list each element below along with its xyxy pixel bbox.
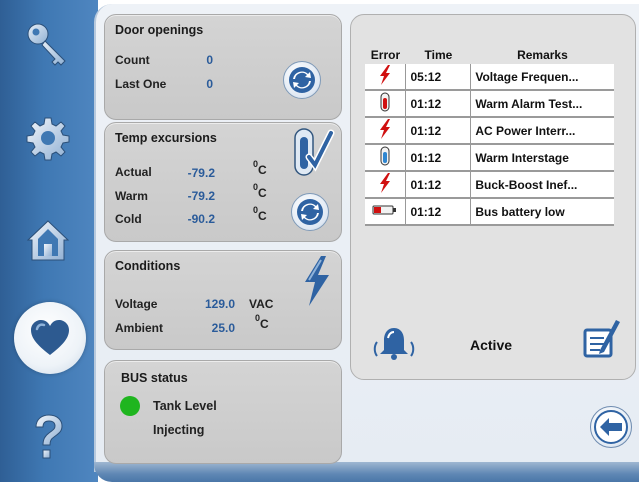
table-row[interactable]: 01:12 AC Power Interr...	[365, 117, 614, 145]
lightning-icon	[365, 64, 406, 91]
thermometer-red-icon	[365, 90, 406, 118]
error-time: 01:12	[405, 198, 472, 226]
temp-refresh-button[interactable]	[291, 193, 329, 231]
table-row[interactable]: 01:12 Warm Interstage	[365, 144, 614, 172]
bus-state-label: Injecting	[153, 423, 205, 437]
bus-status-title: BUS status	[121, 371, 188, 385]
cold-label: Cold	[115, 212, 142, 226]
sidebar	[0, 0, 98, 482]
refresh-icon	[289, 67, 315, 93]
actual-value: -79.2	[187, 166, 215, 180]
error-time: 05:12	[405, 64, 472, 91]
thermometer-check-icon[interactable]	[291, 127, 335, 179]
table-row[interactable]: 01:12 Warm Alarm Test...	[365, 90, 614, 118]
warm-value: -79.2	[187, 189, 215, 203]
actual-label: Actual	[115, 165, 152, 179]
cold-unit: 0C	[253, 205, 267, 223]
key-icon[interactable]	[18, 14, 78, 74]
log-status-label: Active	[470, 337, 513, 353]
conditions-panel: Conditions Voltage 129.0 VAC Ambient 25.…	[104, 250, 342, 350]
error-remark: Bus battery low	[470, 198, 614, 226]
status-indicator	[120, 396, 140, 416]
door-openings-title: Door openings	[115, 23, 204, 37]
lightning-icon	[365, 117, 406, 145]
door-openings-panel: Door openings Count 0 Last One 0	[104, 14, 342, 120]
tank-level-label: Tank Level	[153, 399, 217, 413]
ambient-unit: 0C	[255, 313, 269, 331]
warm-unit: 0C	[253, 182, 267, 200]
thermometer-blue-icon	[365, 144, 406, 172]
voltage-label: Voltage	[115, 297, 158, 311]
error-remark: Warm Alarm Test...	[470, 90, 614, 118]
error-time: 01:12	[405, 117, 472, 145]
error-time: 01:12	[405, 90, 472, 118]
error-remark: Buck-Boost Inef...	[470, 171, 614, 199]
back-arrow-icon	[594, 410, 628, 444]
temp-excursions-title: Temp excursions	[115, 131, 217, 145]
heart-button[interactable]	[14, 302, 86, 374]
door-refresh-button[interactable]	[283, 61, 321, 99]
cold-value: -90.2	[187, 212, 215, 226]
gear-icon[interactable]	[18, 108, 78, 168]
remarks-column-header: Remarks	[517, 48, 568, 62]
warm-label: Warm	[115, 189, 148, 203]
ambient-label: Ambient	[115, 321, 163, 335]
table-row[interactable]: 01:12 Bus battery low	[365, 198, 614, 226]
refresh-icon	[297, 199, 323, 225]
actual-unit: 0C	[253, 159, 267, 177]
alarm-bell-icon[interactable]	[370, 324, 418, 364]
bus-status-panel: BUS status Tank Level Injecting	[104, 360, 342, 464]
edit-log-icon[interactable]	[582, 316, 622, 362]
time-column-header: Time	[424, 48, 453, 62]
error-time: 01:12	[405, 144, 472, 172]
back-button[interactable]	[590, 406, 632, 448]
last-one-label: Last One	[115, 77, 167, 91]
heart-icon	[31, 320, 69, 355]
last-one-value: 0	[206, 77, 213, 91]
error-column-header: Error	[370, 48, 401, 62]
table-row[interactable]: 05:12 Voltage Frequen...	[365, 64, 614, 91]
ambient-value: 25.0	[211, 321, 235, 335]
count-value: 0	[206, 53, 213, 67]
error-remark: AC Power Interr...	[470, 117, 614, 145]
app-frame: Door openings Count 0 Last One 0 Temp ex…	[0, 0, 639, 482]
temp-excursions-panel: Temp excursions Actual -79.2 0C Warm -79…	[104, 122, 342, 242]
error-remark: Voltage Frequen...	[470, 64, 614, 91]
lightning-icon	[365, 171, 406, 199]
lightning-icon	[305, 256, 329, 306]
count-label: Count	[115, 53, 150, 67]
error-time: 01:12	[405, 171, 472, 199]
error-log-table: Error Time Remarks 05:12 Voltage Frequen…	[365, 46, 614, 226]
bottom-bar	[94, 462, 639, 482]
battery-icon	[365, 198, 406, 226]
table-row[interactable]: 01:12 Buck-Boost Inef...	[365, 171, 614, 199]
voltage-unit: VAC	[249, 297, 274, 311]
voltage-value: 129.0	[204, 297, 235, 311]
help-icon[interactable]	[18, 408, 78, 468]
conditions-title: Conditions	[115, 259, 181, 273]
home-icon[interactable]	[18, 210, 78, 270]
error-remark: Warm Interstage	[470, 144, 614, 172]
